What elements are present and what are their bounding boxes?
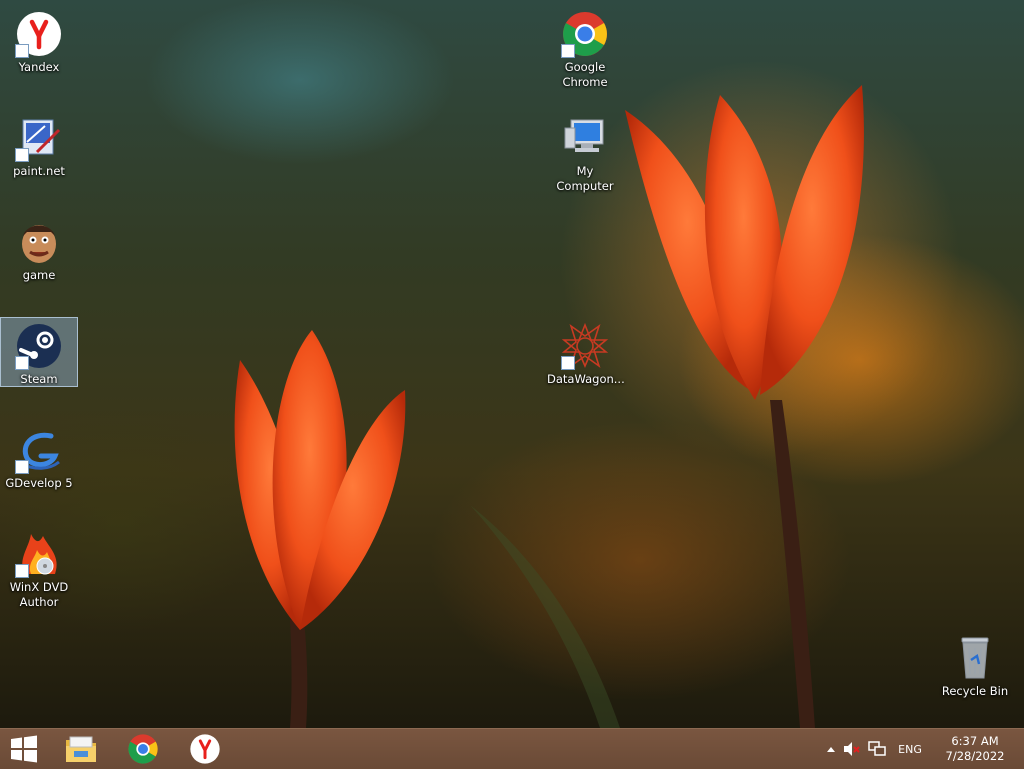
taskbar-yandex-browser[interactable]	[177, 729, 233, 769]
speaker-muted-icon	[844, 742, 860, 756]
desktop-icon-label: DataWagon...	[547, 372, 625, 386]
desktop-icon-label: Steam	[20, 372, 58, 386]
clock-date: 7/28/2022	[945, 749, 1005, 763]
volume-button[interactable]	[842, 729, 862, 769]
wallpaper-tulips	[234, 60, 960, 728]
desktop-icon-recycle-bin[interactable]: Recycle Bin	[937, 630, 1013, 699]
shortcut-arrow-icon	[15, 460, 29, 474]
desktop[interactable]: Yandex paint.net game Steam GDevelop 5 W…	[0, 0, 1024, 728]
shortcut-arrow-icon	[15, 44, 29, 58]
desktop-icon-steam[interactable]: Steam	[0, 317, 78, 387]
shortcut-arrow-icon	[15, 148, 29, 162]
clock-time: 6:37 AM	[951, 734, 999, 748]
show-hidden-icons-button[interactable]	[824, 729, 838, 769]
shortcut-arrow-icon	[561, 356, 575, 370]
desktop-icon-gdevelop[interactable]: GDevelop 5	[1, 422, 77, 491]
desktop-icon-label: Recycle Bin	[941, 684, 1009, 698]
taskbar: ENG 6:37 AM 7/28/2022	[0, 728, 1024, 769]
taskbar-file-explorer[interactable]	[53, 729, 109, 769]
desktop-icon-paintnet[interactable]: paint.net	[1, 110, 77, 179]
desktop-icon-label: Google Chrome	[562, 60, 608, 89]
desktop-icon-label: GDevelop 5	[5, 476, 73, 490]
computer-monitor-icon	[561, 114, 609, 162]
game-character-icon	[15, 218, 63, 266]
shortcut-arrow-icon	[15, 356, 29, 370]
chrome-icon	[128, 734, 158, 764]
desktop-icon-label: Yandex	[18, 60, 60, 74]
desktop-icon-yandex[interactable]: Yandex	[1, 6, 77, 75]
shortcut-arrow-icon	[15, 564, 29, 578]
chevron-up-icon	[827, 747, 835, 752]
desktop-icon-label: WinX DVD Author	[9, 580, 69, 609]
desktop-icon-datawagon[interactable]: DataWagon...	[547, 318, 625, 387]
network-button[interactable]	[866, 729, 888, 769]
taskbar-google-chrome[interactable]	[115, 729, 171, 769]
language-indicator: ENG	[898, 742, 922, 756]
datawagon-star-icon	[561, 322, 609, 370]
chrome-icon	[561, 10, 609, 58]
system-tray: ENG 6:37 AM 7/28/2022	[824, 729, 1024, 769]
desktop-icon-winx[interactable]: WinX DVD Author	[1, 526, 77, 610]
input-language-button[interactable]: ENG	[894, 729, 926, 769]
desktop-icon-game[interactable]: game	[1, 214, 77, 283]
paintnet-icon	[15, 114, 63, 162]
shortcut-arrow-icon	[561, 44, 575, 58]
windows-logo-icon	[11, 735, 37, 763]
start-button[interactable]	[0, 729, 48, 769]
clock[interactable]: 6:37 AM 7/28/2022	[940, 734, 1010, 764]
desktop-icon-label: My Computer	[556, 164, 614, 193]
flame-disc-icon	[15, 530, 63, 578]
desktop-icon-my-computer[interactable]: My Computer	[547, 110, 623, 194]
network-icon	[868, 741, 886, 756]
gdevelop-icon	[15, 426, 63, 474]
desktop-icon-label: game	[22, 268, 56, 282]
yandex-icon	[15, 10, 63, 58]
desktop-icon-label: paint.net	[13, 164, 65, 178]
recycle-bin-icon	[951, 634, 999, 682]
folder-icon	[66, 736, 96, 762]
steam-icon	[15, 322, 63, 370]
yandex-icon	[190, 734, 220, 764]
desktop-icon-chrome[interactable]: Google Chrome	[547, 6, 623, 90]
